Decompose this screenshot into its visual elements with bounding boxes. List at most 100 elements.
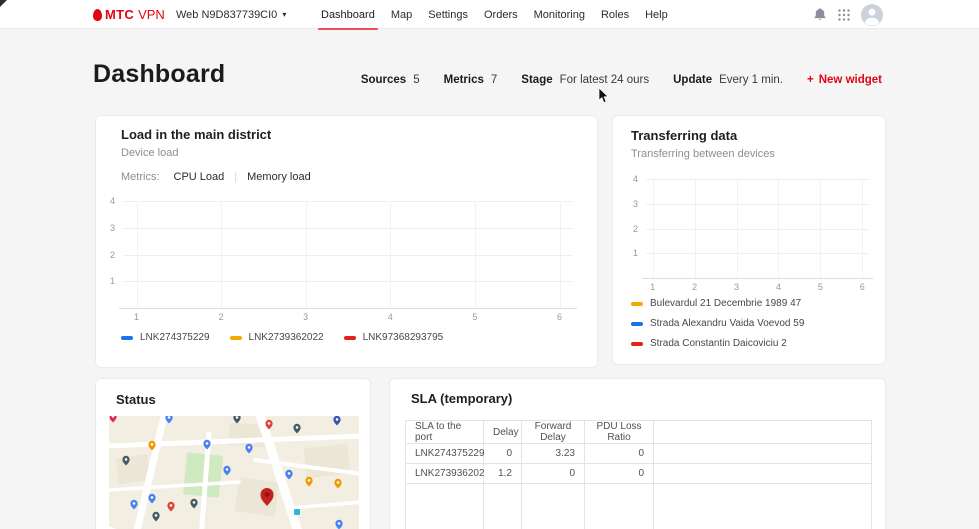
legend-item[interactable]: Strada Alexandru Vaida Voevod 59: [631, 318, 804, 329]
gridline: [305, 201, 307, 308]
main-nav: Dashboard Map Settings Orders Monitoring Role…: [318, 0, 668, 30]
widget-title: SLA (temporary): [411, 391, 513, 406]
screen-corner-artifact: [0, 0, 7, 7]
table-cell: 1.2: [483, 463, 522, 484]
control-value: 7: [490, 74, 498, 86]
gridline: [474, 201, 476, 308]
dashboard-controls: Sources 5 Metrics 7 Stage For latest 24 ours U…: [361, 74, 882, 86]
product-text: VPN: [138, 7, 165, 22]
legend-item[interactable]: LNK97368293795: [343, 332, 443, 343]
x-tick-label: 5: [472, 312, 478, 322]
gridline: [221, 201, 223, 308]
dashboard-screen: MTC VPN Web N9D837739CI0 ▾ Dashboard Map S…: [0, 0, 979, 529]
widget-status: Status: [95, 378, 371, 529]
legend-swatch: [631, 341, 643, 346]
y-tick-label: 1: [632, 248, 638, 259]
gridline: [123, 281, 573, 283]
user-avatar[interactable]: [861, 3, 883, 26]
table-cell: [584, 483, 654, 529]
control-label: Sources: [360, 74, 407, 86]
table-cell: LNK273936202: [405, 463, 485, 484]
status-map[interactable]: [109, 416, 359, 529]
widget-sla: SLA (temporary) SLA to the port Delay Forw…: [389, 378, 886, 529]
gridline: [559, 201, 561, 308]
legend-label: LNK274375229: [140, 332, 210, 343]
nav-item-monitoring[interactable]: Monitoring: [534, 0, 585, 29]
control-label: Metrics: [443, 74, 484, 86]
legend-item[interactable]: LNK2739362022: [229, 332, 324, 343]
workspace-selector[interactable]: Web N9D837739CI0 ▾: [176, 0, 286, 29]
legend-item[interactable]: Bulevardul 21 Decembrie 1989 47: [631, 298, 804, 309]
gridline: [694, 179, 696, 278]
x-tick-label: 3: [734, 282, 740, 292]
table-cell: 0: [483, 443, 522, 464]
nav-item-roles[interactable]: Roles: [601, 0, 629, 29]
y-tick-label: 3: [632, 198, 638, 209]
legend-item[interactable]: Strada Constantin Daicoviciu 2: [631, 338, 804, 349]
chevron-down-icon: ▾: [282, 9, 287, 19]
x-tick-label: 1: [133, 312, 139, 322]
nav-item-map[interactable]: Map: [391, 0, 412, 29]
table-empty-row: [405, 483, 872, 529]
control-value: For latest 24 ours: [559, 74, 650, 86]
apps-grid-icon[interactable]: [838, 8, 850, 21]
table-cell: [653, 443, 872, 464]
gridline: [652, 179, 654, 278]
y-tick-label: 3: [109, 222, 115, 233]
control-metrics[interactable]: Metrics 7: [444, 74, 498, 86]
legend-label: Bulevardul 21 Decembrie 1989 47: [650, 298, 802, 309]
legend-item[interactable]: LNK274375229: [121, 332, 210, 343]
x-tick-label: 2: [692, 282, 698, 292]
table-header-cell: PDU Loss Ratio: [584, 420, 654, 444]
table-header-cell: [653, 420, 872, 444]
new-widget-label: New widget: [818, 74, 882, 86]
table-cell: 3.23: [521, 443, 585, 464]
y-tick-label: 2: [632, 223, 638, 234]
nav-item-orders[interactable]: Orders: [484, 0, 518, 29]
x-tick-label: 2: [218, 312, 224, 322]
gridline: [862, 179, 864, 278]
widget-title: Status: [116, 392, 156, 407]
nav-item-dashboard[interactable]: Dashboard: [318, 0, 378, 30]
control-sources[interactable]: Sources 5: [361, 74, 420, 86]
gridline: [778, 179, 780, 278]
table-cell: [483, 483, 522, 529]
gridline: [820, 179, 822, 278]
control-update[interactable]: Update Every 1 min.: [673, 74, 783, 86]
widget-load-in-main-district: Load in the main district Device load Me…: [95, 115, 598, 368]
y-tick-label: 4: [109, 196, 115, 206]
table-cell: 0: [584, 463, 654, 484]
table-cell: [405, 483, 484, 529]
bell-icon[interactable]: [813, 7, 827, 22]
gridline: [646, 253, 869, 255]
x-axis-line: [642, 278, 873, 279]
legend-swatch: [343, 335, 356, 340]
plus-icon: +: [807, 74, 814, 86]
gridline: [736, 179, 738, 278]
nav-item-settings[interactable]: Settings: [428, 0, 468, 29]
x-axis-line: [119, 308, 577, 309]
nav-item-help[interactable]: Help: [645, 0, 668, 29]
transfer-chart-legend: Bulevardul 21 Decembrie 1989 47 Strada Al…: [631, 298, 804, 349]
map-canvas: [109, 416, 359, 529]
new-widget-button[interactable]: + New widget: [807, 74, 882, 86]
load-chart-legend: LNK274375229 LNK2739362022 LNK97368293795: [121, 332, 443, 343]
x-tick-label: 6: [859, 282, 865, 292]
x-tick-label: 6: [556, 312, 562, 322]
mts-egg-icon: [93, 8, 102, 21]
x-tick-label: 4: [775, 282, 781, 292]
gridline: [123, 254, 573, 256]
gridline: [123, 201, 573, 202]
legend-label: Strada Constantin Daicoviciu 2: [650, 338, 787, 349]
gridline: [136, 201, 138, 308]
x-tick-label: 1: [650, 282, 656, 292]
control-value: 5: [413, 74, 420, 86]
legend-swatch: [631, 301, 643, 306]
y-tick-label: 4: [632, 174, 638, 184]
table-row[interactable]: LNK273936202 1.2 0 0: [405, 463, 872, 484]
mts-vpn-logo[interactable]: MTC VPN: [93, 0, 165, 29]
transit-stop-icon: [294, 509, 300, 515]
legend-swatch: [229, 335, 242, 340]
control-stage[interactable]: Stage For latest 24 ours: [521, 74, 649, 86]
table-row[interactable]: LNK274375229 0 3.23 0: [405, 443, 872, 464]
